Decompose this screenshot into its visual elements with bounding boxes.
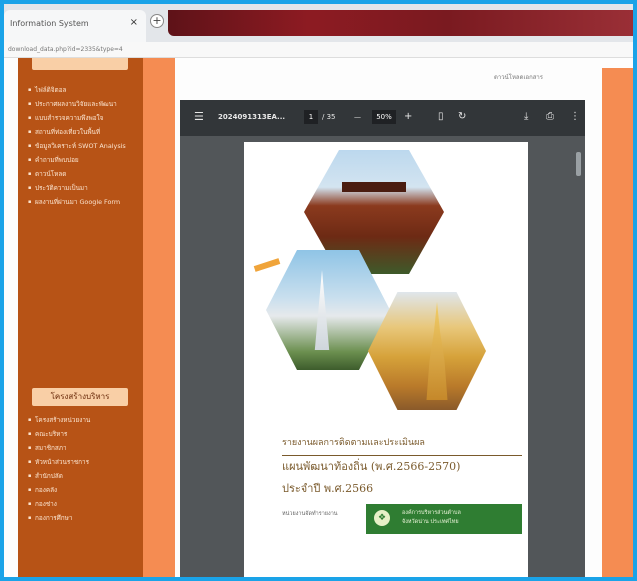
zoom-out-button[interactable]: — — [354, 113, 361, 121]
document-title: รายงานผลการติดตามและประเมินผล แผนพัฒนาท้… — [282, 432, 522, 500]
document-org-line: หน่วยงานจัดทำรายงาน — [282, 511, 338, 517]
title-line-3: ประจำปี พ.ศ.2566 — [282, 482, 374, 495]
page-body: ไฟล์ดิจิตอล ประกาศผลงานวิจัยและพัฒนา แบบ… — [4, 58, 633, 577]
scrollbar-thumb[interactable] — [576, 152, 581, 176]
organization-badge: ❖ องค์การบริหารส่วนตำบล จังหวัดน่าน ประเ… — [366, 504, 522, 534]
pdf-toolbar: ☰ 2024091313EA... 1 / 35 — 50% + ▯ ↻ ⤓ ⎙… — [180, 100, 585, 136]
seal-icon: ❖ — [374, 510, 390, 526]
badge-line-1: องค์การบริหารส่วนตำบล — [402, 510, 461, 516]
page-total: / 35 — [322, 113, 336, 121]
sidebar-item[interactable]: คณะบริหาร — [28, 430, 138, 439]
sidebar-item[interactable]: ดาวน์โหลด — [28, 170, 138, 179]
browser-tab-bar: Information System × + — [4, 4, 633, 42]
pdf-viewer: ☰ 2024091313EA... 1 / 35 — 50% + ▯ ↻ ⤓ ⎙… — [180, 100, 585, 577]
sidebar-item[interactable]: กองช่าง — [28, 500, 138, 509]
gate-roof-shape — [342, 182, 406, 192]
more-options-icon[interactable]: ⋮ — [570, 111, 580, 122]
new-tab-button[interactable]: + — [150, 14, 164, 28]
browser-tab[interactable]: Information System × — [4, 10, 146, 42]
sidebar-item[interactable]: หัวหน้าส่วนราชการ — [28, 458, 138, 467]
sidebar-item[interactable]: สำนักปลัด — [28, 472, 138, 481]
sidebar-item[interactable]: ข้อมูลวิเคราะห์ SWOT Analysis — [28, 142, 138, 151]
print-icon[interactable]: ⎙ — [546, 111, 554, 122]
sidebar-item[interactable]: สมาชิกสภา — [28, 444, 138, 453]
sidebar-list-bottom: โครงสร้างหน่วยงาน คณะบริหาร สมาชิกสภา หั… — [28, 416, 138, 528]
screenshot-frame: Information System × + download_data.php… — [4, 4, 633, 577]
zoom-value[interactable]: 50% — [372, 110, 396, 124]
sidebar-item[interactable]: ประวัติความเป็นมา — [28, 184, 138, 193]
fit-page-icon[interactable]: ▯ — [438, 111, 444, 122]
sidebar-item[interactable]: ไฟล์ดิจิตอล — [28, 86, 138, 95]
badge-line-2: จังหวัดน่าน ประเทศไทย — [402, 519, 459, 525]
sidebar-item[interactable]: คำถามที่พบบ่อย — [28, 156, 138, 165]
page-number-input[interactable]: 1 — [304, 110, 318, 124]
sidebar-section-header[interactable]: โครงสร้างบริหาร — [32, 388, 128, 406]
close-tab-icon[interactable]: × — [130, 17, 138, 28]
zoom-in-button[interactable]: + — [404, 111, 412, 122]
site-header-banner — [168, 10, 633, 36]
pdf-page: รายงานผลการติดตามและประเมินผล แผนพัฒนาท้… — [244, 142, 528, 577]
sidebar-list-top: ไฟล์ดิจิตอล ประกาศผลงานวิจัยและพัฒนา แบบ… — [28, 86, 138, 212]
title-line-2: แผนพัฒนาท้องถิ่น (พ.ศ.2566-2570) — [282, 460, 461, 473]
rotate-icon[interactable]: ↻ — [458, 111, 466, 122]
address-bar[interactable]: download_data.php?id=2335&type=4 — [4, 42, 633, 58]
pdf-filename: 2024091313EA... — [218, 113, 286, 121]
sidebar-item[interactable]: ผลงานที่ผ่านมา Google Form — [28, 198, 138, 207]
menu-icon[interactable]: ☰ — [194, 110, 204, 123]
sidebar-item[interactable]: สถานที่ท่องเที่ยวในพื้นที่ — [28, 128, 138, 137]
sidebar-item[interactable]: โครงสร้างหน่วยงาน — [28, 416, 138, 425]
sidebar-accent-strip — [143, 58, 175, 577]
download-link[interactable]: ดาวน์โหลดเอกสาร — [494, 72, 543, 82]
download-icon[interactable]: ⤓ — [524, 111, 528, 122]
sidebar-item[interactable]: ประกาศผลงานวิจัยและพัฒนา — [28, 100, 138, 109]
sidebar-item[interactable]: กองการศึกษา — [28, 514, 138, 523]
browser-tab-title: Information System — [10, 19, 89, 28]
sidebar-item[interactable]: กองคลัง — [28, 486, 138, 495]
sidebar-item[interactable]: แบบสำรวจความพึงพอใจ — [28, 114, 138, 123]
right-accent-strip — [602, 68, 633, 577]
decorative-tag — [253, 258, 281, 272]
sidebar-section-header-top — [32, 58, 128, 70]
title-line-1: รายงานผลการติดตามและประเมินผล — [282, 432, 522, 456]
sidebar: ไฟล์ดิจิตอล ประกาศผลงานวิจัยและพัฒนา แบบ… — [18, 58, 143, 577]
